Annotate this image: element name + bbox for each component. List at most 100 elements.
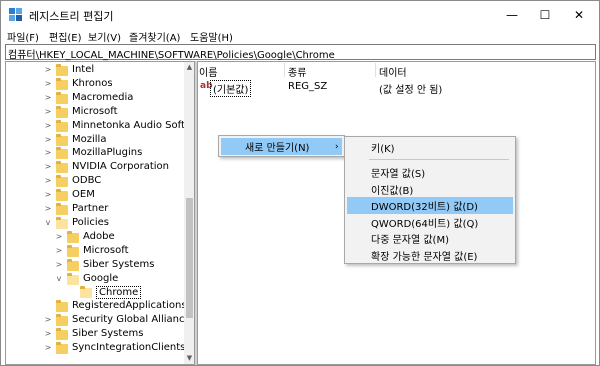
registry-editor-window: 레지스트리 편집기 — ☐ ✕ 파일(F) 편집(E) 보기(V) 즐겨찾기(A… — [0, 0, 600, 366]
expand-chevron-icon[interactable]: > — [44, 330, 52, 338]
value-row[interactable]: ab (기본값) REG_SZ (값 설정 안 됨) — [200, 80, 590, 97]
submenu-item[interactable]: 이진값(B) — [347, 181, 513, 198]
tree-item-label: Microsoft — [83, 244, 129, 256]
tree-item[interactable]: RegisteredApplications — [6, 299, 187, 313]
tree-item[interactable]: > Partner — [6, 202, 184, 216]
folder-icon — [56, 147, 68, 160]
tree-item[interactable]: > Microsoft — [6, 105, 184, 119]
maximize-icon: ☐ — [539, 8, 551, 22]
tree-item[interactable]: Chrome — [6, 285, 184, 300]
tree-item[interactable]: > Siber Systems — [6, 258, 184, 272]
tree-item[interactable]: > Adobe — [6, 230, 184, 244]
expand-chevron-icon[interactable]: > — [44, 93, 52, 102]
submenu-item[interactable]: 확장 가능한 문자열 값(E) — [347, 247, 513, 264]
folder-icon — [56, 119, 68, 132]
tree-item[interactable]: > Security Global Alliance — [6, 313, 191, 327]
folder-icon — [56, 91, 68, 104]
value-type: REG_SZ — [288, 81, 328, 92]
submenu-item-label: 다중 문자열 값(M) — [371, 235, 449, 246]
collapse-chevron-icon[interactable]: v — [44, 218, 52, 227]
column-header-type[interactable]: 종류 — [288, 64, 306, 79]
expand-chevron-icon[interactable]: > — [44, 344, 52, 352]
menu-file[interactable]: 파일(F) — [7, 29, 39, 44]
tree-item[interactable]: > MozillaPlugins — [6, 146, 184, 160]
close-button[interactable]: ✕ — [559, 1, 599, 29]
tree-item[interactable]: > Siber Systems — [6, 327, 184, 341]
key-tree-pane[interactable]: > Intel > Khronos > Macromedia > Microsoft > Minn… — [5, 61, 195, 365]
tree-item[interactable]: > Macromedia — [6, 91, 184, 105]
submenu-item-label: 문자열 값(S) — [371, 169, 426, 180]
folder-icon — [67, 244, 79, 257]
tree-item-label: OEM — [72, 189, 95, 201]
menu-separator — [369, 159, 509, 160]
title-bar: 레지스트리 편집기 — ☐ ✕ — [1, 1, 599, 29]
submenu-item[interactable]: QWORD(64비트) 값(Q) — [347, 214, 513, 231]
column-divider[interactable] — [375, 63, 376, 77]
tree-item-label: Partner — [72, 203, 109, 214]
folder-icon — [56, 133, 68, 146]
expand-chevron-icon[interactable]: > — [44, 149, 52, 157]
menu-edit[interactable]: 편집(E) — [49, 29, 82, 44]
tree-item[interactable]: > Intel — [6, 63, 184, 77]
tree-item[interactable]: > Mozilla — [6, 133, 184, 147]
close-icon: ✕ — [573, 8, 585, 22]
submenu-item[interactable]: 다중 문자열 값(M) — [347, 230, 513, 247]
tree-item[interactable]: > SyncIntegrationClients — [6, 341, 185, 355]
menu-view[interactable]: 보기(V) — [88, 29, 121, 44]
tree-item[interactable]: v Google — [6, 272, 184, 286]
scroll-down-icon[interactable]: ▼ — [184, 353, 194, 364]
folder-icon — [56, 64, 68, 76]
tree-item[interactable]: > Minnetonka Audio Softwa — [6, 119, 194, 133]
expand-chevron-icon[interactable]: > — [44, 135, 52, 144]
menu-bar: 파일(F) 편집(E) 보기(V) 즐겨찾기(A) 도움말(H) — [1, 29, 599, 44]
menu-item-new[interactable]: 새로 만들기(N) › — [221, 138, 342, 155]
tree-item[interactable]: v Policies — [6, 216, 184, 230]
expand-chevron-icon[interactable]: > — [44, 191, 52, 199]
folder-icon — [56, 161, 68, 174]
expand-chevron-icon[interactable]: > — [44, 177, 52, 185]
tree-item-label: Khronos — [72, 77, 113, 89]
expand-chevron-icon[interactable]: > — [44, 107, 52, 116]
expand-chevron-icon[interactable]: > — [44, 163, 52, 171]
tree-item-label: Mozilla — [72, 133, 107, 145]
address-bar[interactable]: 컴퓨터\HKEY_LOCAL_MACHINE\SOFTWARE\Policies… — [5, 44, 596, 61]
value-name: (기본값) — [210, 80, 252, 97]
expand-chevron-icon[interactable]: > — [55, 246, 63, 255]
menu-favorites[interactable]: 즐겨찾기(A) — [129, 29, 180, 44]
tree-item[interactable]: > ODBC — [6, 174, 184, 188]
tree-item[interactable]: > NVIDIA Corporation — [6, 160, 184, 174]
expand-chevron-icon[interactable]: > — [55, 260, 63, 269]
tree-item-label: RegisteredApplications — [72, 300, 187, 312]
window-title: 레지스트리 편집기 — [29, 10, 114, 23]
expand-chevron-icon[interactable]: > — [44, 121, 52, 130]
expand-chevron-icon[interactable]: > — [44, 66, 52, 74]
tree-item[interactable]: > Microsoft — [6, 244, 184, 258]
new-submenu: 키(K) 문자열 값(S) 이진값(B) DWORD(32비트) 값(D) QWORD(… — [344, 136, 516, 264]
column-divider[interactable] — [284, 63, 285, 77]
registry-editor-icon — [9, 8, 22, 21]
folder-icon — [67, 230, 79, 243]
column-header-data[interactable]: 데이터 — [379, 64, 407, 79]
tree-item-label: Chrome — [96, 286, 142, 300]
tree-item-label: Adobe — [83, 230, 115, 242]
expand-chevron-icon[interactable]: > — [44, 316, 52, 324]
expand-chevron-icon[interactable]: > — [44, 205, 52, 213]
expand-chevron-icon[interactable]: > — [55, 232, 63, 241]
submenu-item[interactable]: 문자열 값(S) — [347, 164, 513, 181]
scroll-thumb[interactable] — [186, 198, 193, 318]
column-header-name[interactable]: 이름 — [199, 64, 217, 79]
submenu-item-label: 키(K) — [371, 144, 395, 155]
collapse-chevron-icon[interactable]: v — [55, 274, 63, 283]
tree-item[interactable]: > Khronos — [6, 77, 184, 91]
tree-item-label: Google — [83, 272, 119, 284]
submenu-item[interactable]: DWORD(32비트) 값(D) — [347, 197, 513, 214]
scroll-up-icon[interactable]: ▲ — [184, 62, 194, 73]
submenu-item-label: DWORD(32비트) 값(D) — [371, 202, 478, 213]
menu-help[interactable]: 도움말(H) — [190, 29, 233, 44]
tree-scrollbar[interactable]: ▲ ▼ — [184, 62, 194, 364]
tree-item[interactable]: > OEM — [6, 188, 184, 202]
submenu-item[interactable]: 키(K) — [347, 139, 513, 156]
expand-chevron-icon[interactable]: > — [44, 79, 52, 88]
tree-item-label: Security Global Alliance — [72, 314, 191, 326]
tree-item-label: Policies — [72, 216, 109, 228]
